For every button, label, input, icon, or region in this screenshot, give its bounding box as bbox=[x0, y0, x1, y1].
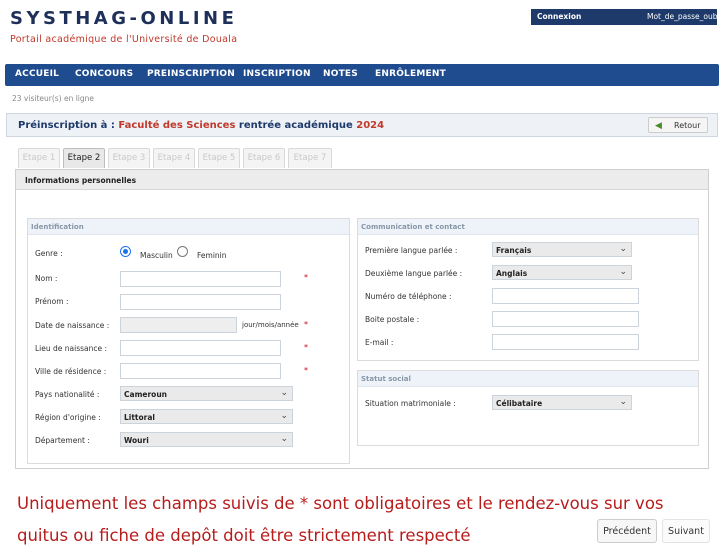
tab-etape-6[interactable]: Etape 6 bbox=[243, 148, 285, 168]
chevron-down-icon: ⌄ bbox=[619, 397, 627, 407]
social-title: Statut social bbox=[361, 375, 411, 383]
dob-required-mark: * bbox=[304, 320, 308, 329]
back-button[interactable]: ◀ Retour bbox=[648, 117, 708, 133]
nav-enrolement[interactable]: ENRÔLEMENT bbox=[375, 69, 446, 79]
radio-feminin[interactable] bbox=[177, 246, 188, 257]
email-input[interactable] bbox=[492, 334, 639, 350]
forgot-password-link[interactable]: Mot_de_passe_oublié bbox=[647, 12, 720, 21]
identification-header: Identification bbox=[28, 219, 349, 235]
title-prefix: Préinscription à : bbox=[18, 120, 115, 131]
back-button-label: Retour bbox=[674, 121, 701, 130]
nav-inscription[interactable]: INSCRIPTION bbox=[243, 69, 311, 79]
page-title-bar: Préinscription à : Faculté des Sciences … bbox=[6, 113, 718, 137]
lieu-label: Lieu de naissance : bbox=[35, 344, 108, 353]
communication-title: Communication et contact bbox=[361, 223, 465, 231]
lang1-value: Français bbox=[496, 246, 532, 255]
region-label: Région d'origine : bbox=[35, 413, 101, 422]
tel-input[interactable] bbox=[492, 288, 639, 304]
lieu-input[interactable] bbox=[120, 340, 281, 356]
panel-header: Informations personnelles bbox=[16, 170, 708, 190]
required-fields-note-line2: quitus ou fiche de depôt doit être stric… bbox=[17, 526, 471, 545]
tab-etape-1[interactable]: Etape 1 bbox=[18, 148, 60, 168]
ville-label: Ville de résidence : bbox=[35, 367, 107, 376]
masculin-label: Masculin bbox=[140, 251, 173, 260]
brand-subtitle: Portail académique de l'Université de Do… bbox=[10, 34, 238, 45]
ville-required-mark: * bbox=[304, 366, 308, 375]
prenom-input[interactable] bbox=[120, 294, 281, 310]
bp-label: Boite postale : bbox=[365, 315, 420, 324]
ville-input[interactable] bbox=[120, 363, 281, 379]
situation-value: Célibataire bbox=[496, 399, 543, 408]
visitor-count: 23 visiteur(s) en ligne bbox=[12, 94, 95, 103]
prenom-label: Prénom : bbox=[35, 297, 69, 306]
login-link[interactable]: Connexion bbox=[537, 12, 581, 21]
email-label: E-mail : bbox=[365, 338, 394, 347]
bp-input[interactable] bbox=[492, 311, 639, 327]
pays-label: Pays nationalité : bbox=[35, 390, 100, 399]
lang2-value: Anglais bbox=[496, 269, 528, 278]
radio-masculin[interactable] bbox=[120, 246, 131, 257]
pays-value: Cameroun bbox=[124, 390, 167, 399]
lang2-select[interactable]: Anglais ⌄ bbox=[492, 265, 632, 280]
lang1-label: Première langue parlée : bbox=[365, 246, 458, 255]
identification-title: Identification bbox=[31, 223, 84, 231]
title-faculty: Faculté des Sciences bbox=[118, 120, 236, 131]
tab-etape-3[interactable]: Etape 3 bbox=[108, 148, 150, 168]
tab-etape-2[interactable]: Etape 2 bbox=[63, 148, 105, 168]
nav-accueil[interactable]: ACCUEIL bbox=[15, 69, 59, 79]
lieu-required-mark: * bbox=[304, 343, 308, 352]
chevron-down-icon: ⌄ bbox=[280, 434, 288, 444]
communication-header: Communication et contact bbox=[358, 219, 698, 235]
back-arrow-icon: ◀ bbox=[655, 121, 662, 131]
nav-concours[interactable]: CONCOURS bbox=[75, 69, 133, 79]
region-select[interactable]: Littoral ⌄ bbox=[120, 409, 293, 424]
dob-input[interactable] bbox=[120, 317, 237, 333]
nav-notes[interactable]: NOTES bbox=[323, 69, 358, 79]
dob-format-hint: jour/mois/année bbox=[242, 321, 299, 329]
tab-etape-7[interactable]: Etape 7 bbox=[288, 148, 332, 168]
lang1-select[interactable]: Français ⌄ bbox=[492, 242, 632, 257]
previous-button[interactable]: Précédent bbox=[597, 519, 657, 543]
brand-title: SYSTHAG-ONLINE bbox=[10, 8, 238, 29]
dob-label: Date de naissance : bbox=[35, 321, 110, 330]
dept-label: Département : bbox=[35, 436, 90, 445]
situation-select[interactable]: Célibataire ⌄ bbox=[492, 395, 632, 410]
main-nav: ACCUEIL CONCOURS PREINSCRIPTION INSCRIPT… bbox=[5, 64, 719, 86]
nom-label: Nom : bbox=[35, 274, 58, 283]
panel-title: Informations personnelles bbox=[25, 176, 137, 185]
dept-select[interactable]: Wouri ⌄ bbox=[120, 432, 293, 447]
nom-input[interactable] bbox=[120, 271, 281, 287]
lang2-label: Deuxième langue parlée : bbox=[365, 269, 463, 278]
dept-value: Wouri bbox=[124, 436, 149, 445]
social-header: Statut social bbox=[358, 371, 698, 387]
login-bar: Connexion Mot_de_passe_oublié bbox=[531, 9, 720, 25]
chevron-down-icon: ⌄ bbox=[280, 388, 288, 398]
title-year: 2024 bbox=[356, 120, 385, 131]
tab-etape-4[interactable]: Etape 4 bbox=[153, 148, 195, 168]
genre-label: Genre : bbox=[35, 249, 63, 258]
chevron-down-icon: ⌄ bbox=[280, 411, 288, 421]
chevron-down-icon: ⌄ bbox=[619, 244, 627, 254]
nav-preinscription[interactable]: PREINSCRIPTION bbox=[147, 69, 235, 79]
nom-required-mark: * bbox=[304, 273, 308, 282]
page-title: Préinscription à : Faculté des Sciences … bbox=[18, 120, 384, 131]
tab-etape-5[interactable]: Etape 5 bbox=[198, 148, 240, 168]
feminin-label: Feminin bbox=[197, 251, 227, 260]
situation-label: Situation matrimoniale : bbox=[365, 399, 456, 408]
required-fields-note-line1: Uniquement les champs suivis de * sont o… bbox=[17, 494, 664, 513]
next-button[interactable]: Suivant bbox=[662, 519, 710, 543]
region-value: Littoral bbox=[124, 413, 156, 422]
chevron-down-icon: ⌄ bbox=[619, 267, 627, 277]
pays-select[interactable]: Cameroun ⌄ bbox=[120, 386, 293, 401]
tel-label: Numéro de téléphone : bbox=[365, 292, 452, 301]
title-mid: rentrée académique bbox=[238, 120, 353, 131]
